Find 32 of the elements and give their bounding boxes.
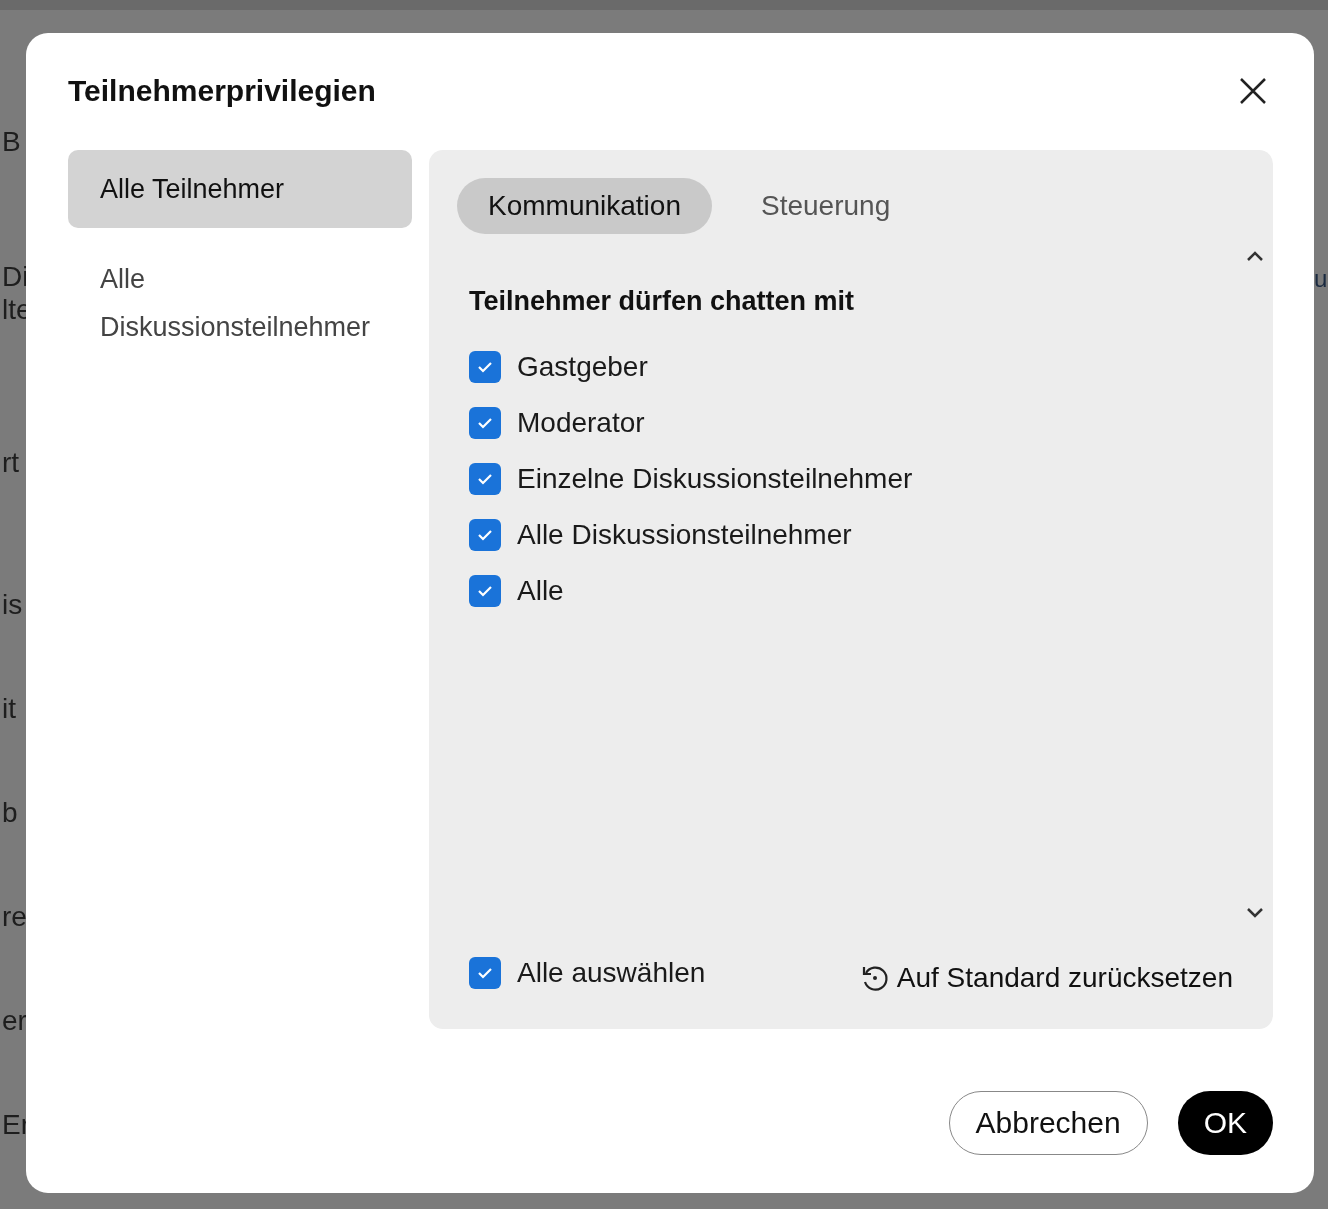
reset-link[interactable]: Auf Standard zurücksetzen	[858, 962, 1233, 994]
checkbox-label: Alle auswählen	[517, 957, 706, 989]
background-text: is	[1, 588, 24, 621]
background-text: Er	[1, 1108, 31, 1141]
checkbox-label: Moderator	[517, 407, 645, 439]
tab[interactable]: Kommunikation	[457, 178, 712, 234]
checkbox-label: Alle Diskussionsteilnehmer	[517, 519, 852, 551]
checkbox-label: Alle	[517, 575, 564, 607]
background-text: it	[1, 692, 17, 725]
background-text: B	[1, 125, 22, 158]
checkbox[interactable]	[469, 575, 501, 607]
ok-button[interactable]: OK	[1177, 1091, 1273, 1155]
background-text: re	[1, 900, 28, 933]
nav-item[interactable]: Alle Teilnehmer	[68, 150, 412, 228]
checkbox[interactable]	[469, 351, 501, 383]
checkbox[interactable]	[469, 407, 501, 439]
checkbox[interactable]	[469, 519, 501, 551]
section-heading: Teilnehmer dürfen chatten mit	[469, 286, 856, 317]
checkbox[interactable]	[469, 957, 501, 989]
checkbox-label: Gastgeber	[517, 351, 648, 383]
checkbox-label: Einzelne Diskussionsteilnehmer	[517, 463, 913, 495]
cancel-button[interactable]: Abbrechen	[948, 1091, 1148, 1155]
background-text: u	[1314, 265, 1328, 293]
background-text: er	[1, 1004, 28, 1037]
nav-item[interactable]: Alle Diskussionsteilnehmer	[68, 240, 412, 366]
dialog-title: Teilnehmerprivilegien	[68, 74, 376, 108]
background-text: b	[1, 796, 19, 829]
background-text: rt	[1, 446, 21, 479]
scroll-down-icon[interactable]	[1246, 907, 1264, 919]
tab[interactable]: Steuerung	[730, 178, 922, 234]
scroll-up-icon[interactable]	[1246, 250, 1264, 262]
checkbox[interactable]	[469, 463, 501, 495]
